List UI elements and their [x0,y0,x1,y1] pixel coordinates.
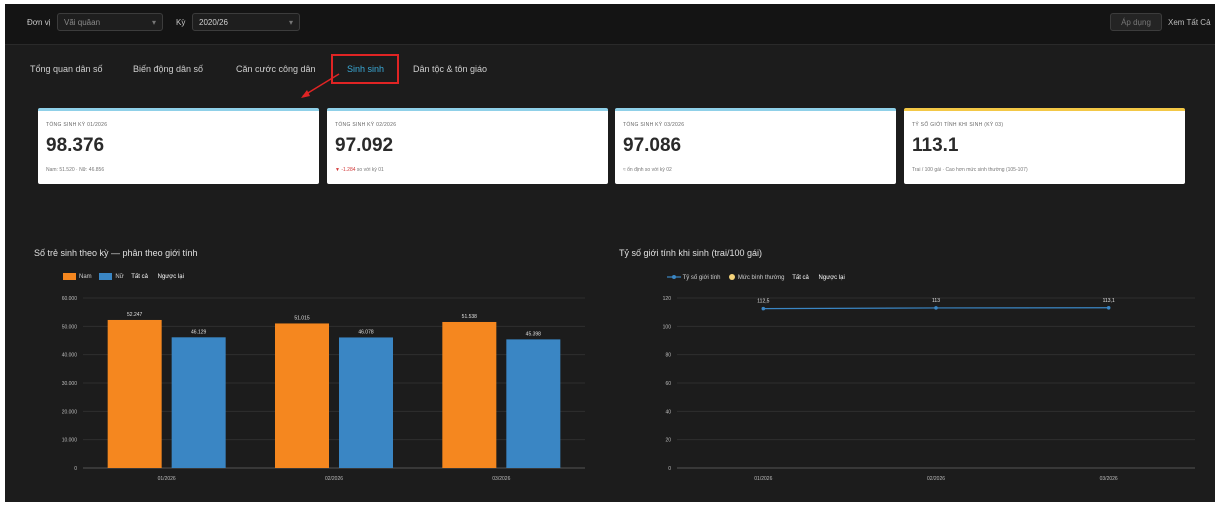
legend-select-all-button[interactable]: Tất cả [131,274,148,280]
bar-female [171,337,226,468]
bar-male [107,319,162,468]
apply-button[interactable]: Áp dụng [1110,13,1162,31]
legend-dot-icon [729,274,736,280]
bar-value-label: 51.538 [462,314,478,320]
top-bar: Đơn vị Vãi quâan ▾ Kỳ 2020/26 ▾ Áp dụng … [5,4,1215,45]
bar-male [442,321,497,468]
x-tick-label: 02/2026 [927,476,945,482]
legend-select-all-button[interactable]: Tất cả [792,275,809,281]
bar-chart: 0 10.000 20.000 30.000 40.000 50.000 60.000 52.… [62,296,585,482]
ky-select-value: 2020/26 [199,18,228,27]
unit-select-value: Vãi quâan [64,18,101,27]
card-value: 97.086 [623,135,682,156]
x-tick-label: 01/2026 [158,476,176,482]
card-subtext: ▼ -1.284 so với kỳ 01 [335,167,384,173]
y-tick-label: 10.000 [62,438,78,444]
y-tick-label: 60 [665,381,671,387]
bar-value-label: 45.398 [526,331,542,337]
card-title: TỔNG SINH KỲ 03/2026 [623,122,685,128]
bar-chart-legend: Nam Nữ Tất cả Ngược lại [63,273,192,280]
stat-card-births-03: TỔNG SINH KỲ 03/2026 97.086 ≈ ổn định so… [615,108,896,184]
y-tick-label: 20 [665,438,671,444]
stat-card-births-01: TỔNG SINH KỲ 01/2026 98.376 Nam: 51.520 … [38,108,319,184]
tab-population-overview[interactable]: Tổng quan dân số [30,64,103,74]
y-tick-label: 0 [74,466,77,472]
legend-invert-button[interactable]: Ngược lại [158,274,184,280]
y-tick-label: 100 [663,324,672,330]
y-tick-label: 50.000 [62,324,78,330]
app-window: Đơn vị Vãi quâan ▾ Kỳ 2020/26 ▾ Áp dụng … [5,4,1215,502]
ky-select[interactable]: 2020/26 ▾ [192,13,300,31]
tab-population-change[interactable]: Biến động dân số [133,64,203,74]
x-tick-label: 01/2026 [754,476,772,482]
ratio-value-label: 112,5 [757,299,769,305]
card-title: TỔNG SINH KỲ 02/2026 [335,122,397,128]
stat-card-sex-ratio: TỶ SỐ GIỚI TÍNH KHI SINH (KỲ 03) 113.1 T… [904,108,1185,184]
trend-down-value: ▼ -1.284 [335,167,356,173]
line-chart-legend: Tỷ số giới tính Mức bình thường Tất cả N… [667,273,853,281]
ratio-point [1106,305,1111,310]
bar-value-label: 51.015 [294,315,310,321]
card-value: 98.376 [46,135,105,156]
legend-item-normal[interactable]: Mức bình thường [728,274,786,281]
ratio-value-label: 113 [932,298,940,304]
y-tick-label: 40 [665,409,671,415]
y-tick-label: 80 [665,353,671,359]
tab-bar: Tổng quan dân số Biến động dân số Căn cư… [5,56,1215,84]
line-chart: 0 20 40 60 80 100 120 112,5 01/2026 113 02/2026 113… [663,296,1195,482]
unit-label: Đơn vị [27,18,51,27]
y-tick-label: 30.000 [62,381,78,387]
y-tick-label: 20.000 [62,409,78,415]
bar-chart-title: Số trẻ sinh theo kỳ — phân theo giới tín… [34,248,198,258]
y-tick-label: 0 [668,466,671,472]
legend-item-male[interactable]: Nam [63,273,92,280]
bar-value-label: 46.078 [358,329,374,335]
line-chart-title: Tỷ số giới tính khi sinh (trai/100 gái) [619,248,762,258]
bar-value-label: 52.247 [127,312,143,318]
legend-line-icon [667,275,681,279]
card-value: 97.092 [335,135,394,156]
x-tick-label: 03/2026 [492,476,510,482]
ky-label: Kỳ [176,18,186,27]
card-subtext: ≈ ổn định so với kỳ 02 [623,167,672,173]
legend-item-female[interactable]: Nữ [99,273,124,280]
bar-female [506,339,561,468]
y-tick-label: 60.000 [62,296,78,302]
unit-select[interactable]: Vãi quâan ▾ [57,13,163,31]
card-value: 113.1 [912,135,959,156]
view-all-link[interactable]: Xem Tất Cả [1168,18,1211,27]
bar-male [275,323,329,468]
ratio-point [761,306,766,311]
card-subtext: Nam: 51.520 · Nữ: 46.856 [46,167,105,173]
card-title: TỶ SỐ GIỚI TÍNH KHI SINH (KỲ 03) [912,122,1004,128]
stat-card-births-02: TỔNG SINH KỲ 02/2026 97.092 ▼ -1.284 so … [327,108,608,184]
y-tick-label: 120 [663,296,672,302]
legend-invert-button[interactable]: Ngược lại [819,275,845,281]
y-tick-label: 40.000 [62,353,78,359]
annotation-arrow [301,73,340,98]
chevron-down-icon: ▾ [151,18,156,27]
bar-female [339,337,393,468]
tab-ethnicity-religion[interactable]: Dân tộc & tôn giáo [413,64,487,74]
legend-item-ratio[interactable]: Tỷ số giới tính [667,275,722,281]
ratio-value-label: 113,1 [1103,298,1115,304]
x-tick-label: 02/2026 [325,476,343,482]
x-tick-label: 03/2026 [1100,476,1118,482]
chevron-down-icon: ▾ [288,18,293,27]
card-title: TỔNG SINH KỲ 01/2026 [46,122,108,128]
ratio-point [934,306,938,310]
bar-value-label: 46.129 [191,329,207,335]
card-subtext: Trai / 100 gái · Cao hơn mức sinh thường… [912,167,1028,173]
